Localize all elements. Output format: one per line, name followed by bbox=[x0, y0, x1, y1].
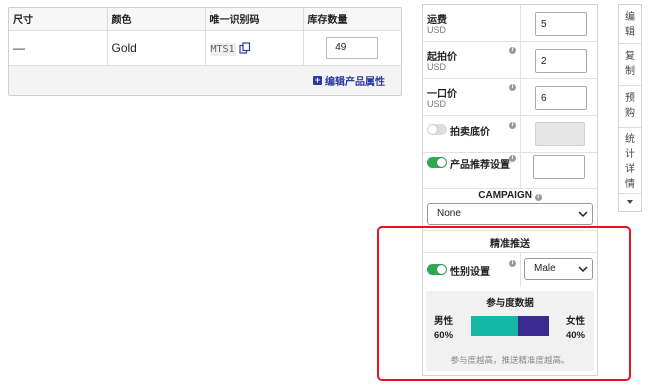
info-icon[interactable]: i bbox=[509, 84, 516, 91]
row-divider bbox=[520, 79, 521, 115]
campaign-label: CAMPAIGN bbox=[478, 190, 532, 201]
starting-price-input[interactable] bbox=[535, 49, 587, 73]
sku-code: MTS1 bbox=[209, 42, 236, 56]
male-stat: 男性 60% bbox=[434, 315, 453, 343]
cell-sku: MTS1 bbox=[205, 30, 304, 66]
side-tab-stats-label: 统计详情 bbox=[625, 134, 635, 190]
reserve-input-disabled bbox=[535, 122, 585, 146]
targeting-header: 精准推送 bbox=[423, 231, 597, 253]
starting-price-currency: USD bbox=[427, 62, 447, 72]
row-divider bbox=[520, 116, 521, 152]
male-label: 男性 bbox=[434, 316, 454, 327]
gender-row: 性别设置 i Male bbox=[423, 253, 597, 287]
info-icon[interactable]: i bbox=[509, 260, 516, 267]
campaign-row: CAMPAIGN i None bbox=[423, 189, 597, 231]
info-icon[interactable]: i bbox=[509, 155, 516, 162]
side-tab-copy-label: 复制 bbox=[625, 51, 635, 77]
engagement-bar bbox=[471, 316, 549, 336]
starting-price-label: 起拍价 bbox=[427, 52, 457, 63]
reserve-row: 拍卖底价 i bbox=[423, 116, 597, 153]
male-bar-segment bbox=[471, 316, 518, 336]
side-action-bar: 编辑 复制 预购 统计详情 bbox=[618, 4, 642, 212]
row-divider bbox=[520, 253, 521, 287]
edit-attributes-label: 编辑产品属性 bbox=[325, 77, 385, 88]
engagement-panel: 参与度数据 男性 60% 女性 40% 参与度越高，推送精准度越高。 bbox=[426, 291, 594, 371]
buy-now-row: 一口价 USD i bbox=[423, 79, 597, 116]
table-row: — Gold MTS1 bbox=[9, 30, 401, 66]
female-percent: 40% bbox=[565, 330, 585, 341]
recommend-toggle[interactable] bbox=[427, 157, 447, 168]
edit-attributes-link[interactable]: + 编辑产品属性 bbox=[313, 73, 385, 88]
side-tab-copy[interactable]: 复制 bbox=[619, 44, 641, 86]
reserve-label: 拍卖底价 bbox=[450, 127, 490, 138]
quantity-input[interactable] bbox=[326, 36, 379, 59]
chevron-down-icon bbox=[578, 266, 588, 273]
column-header-size: 尺寸 bbox=[9, 8, 108, 31]
starting-price-row: 起拍价 USD i bbox=[423, 42, 597, 79]
info-icon[interactable]: i bbox=[509, 47, 516, 54]
chevron-down-icon bbox=[578, 211, 588, 218]
side-tab-stats[interactable]: 统计详情 bbox=[619, 128, 641, 194]
side-tab-edit-label: 编辑 bbox=[625, 12, 635, 38]
buy-now-currency: USD bbox=[427, 99, 447, 109]
targeting-title: 精准推送 bbox=[490, 239, 530, 250]
gender-toggle[interactable] bbox=[427, 264, 447, 275]
table-header-row: 尺寸 颜色 唯一识别码 库存数量 bbox=[9, 8, 401, 31]
side-tab-preorder-label: 预购 bbox=[625, 93, 635, 119]
caret-down-icon bbox=[627, 200, 633, 204]
female-stat: 女性 40% bbox=[566, 315, 585, 343]
recommend-row: 产品推荐设置 i bbox=[423, 153, 597, 189]
toggle-knob bbox=[437, 265, 446, 274]
gender-select[interactable]: Male bbox=[524, 258, 593, 280]
row-divider bbox=[520, 153, 521, 188]
engagement-title: 参与度数据 bbox=[486, 298, 534, 309]
female-label: 女性 bbox=[565, 316, 585, 327]
recommend-input[interactable] bbox=[533, 155, 585, 179]
variant-panel: 尺寸 颜色 唯一识别码 库存数量 — Gold MTS1 + 编辑产品属性 bbox=[8, 7, 402, 96]
female-bar-segment bbox=[517, 316, 549, 336]
reserve-toggle[interactable] bbox=[427, 124, 447, 135]
row-divider bbox=[520, 42, 521, 78]
toggle-knob bbox=[428, 125, 437, 134]
column-header-quantity: 库存数量 bbox=[303, 8, 401, 31]
plus-icon: + bbox=[313, 75, 322, 85]
engagement-note: 参与度越高，推送精准度越高。 bbox=[450, 355, 570, 365]
shipping-row: 运费 USD bbox=[423, 5, 597, 42]
side-tab-edit[interactable]: 编辑 bbox=[619, 5, 641, 44]
gender-label: 性别设置 bbox=[450, 267, 490, 278]
side-tab-preorder[interactable]: 预购 bbox=[619, 86, 641, 128]
buy-now-label: 一口价 bbox=[427, 89, 457, 100]
info-icon[interactable]: i bbox=[534, 194, 542, 201]
gender-selected: Male bbox=[534, 263, 556, 274]
recommend-label: 产品推荐设置 bbox=[450, 160, 510, 171]
campaign-selected: None bbox=[437, 208, 461, 219]
shipping-label: 运费 bbox=[427, 15, 447, 26]
info-icon[interactable]: i bbox=[509, 122, 516, 129]
copy-icon[interactable] bbox=[238, 41, 251, 54]
toggle-knob bbox=[437, 158, 446, 167]
cell-quantity bbox=[303, 30, 401, 66]
side-tab-more[interactable] bbox=[619, 194, 641, 211]
variant-table: 尺寸 颜色 唯一识别码 库存数量 — Gold MTS1 bbox=[9, 8, 401, 66]
campaign-select[interactable]: None bbox=[427, 203, 593, 225]
campaign-title: CAMPAIGN i bbox=[423, 190, 597, 201]
shipping-input[interactable] bbox=[535, 12, 587, 36]
row-divider bbox=[520, 5, 521, 41]
column-header-sku: 唯一识别码 bbox=[205, 8, 304, 31]
shipping-currency: USD bbox=[427, 25, 447, 35]
column-header-color: 颜色 bbox=[107, 8, 206, 31]
male-percent: 60% bbox=[434, 330, 454, 341]
buy-now-input[interactable] bbox=[535, 86, 587, 110]
cell-size: — bbox=[9, 30, 108, 66]
cell-color: Gold bbox=[107, 30, 206, 66]
